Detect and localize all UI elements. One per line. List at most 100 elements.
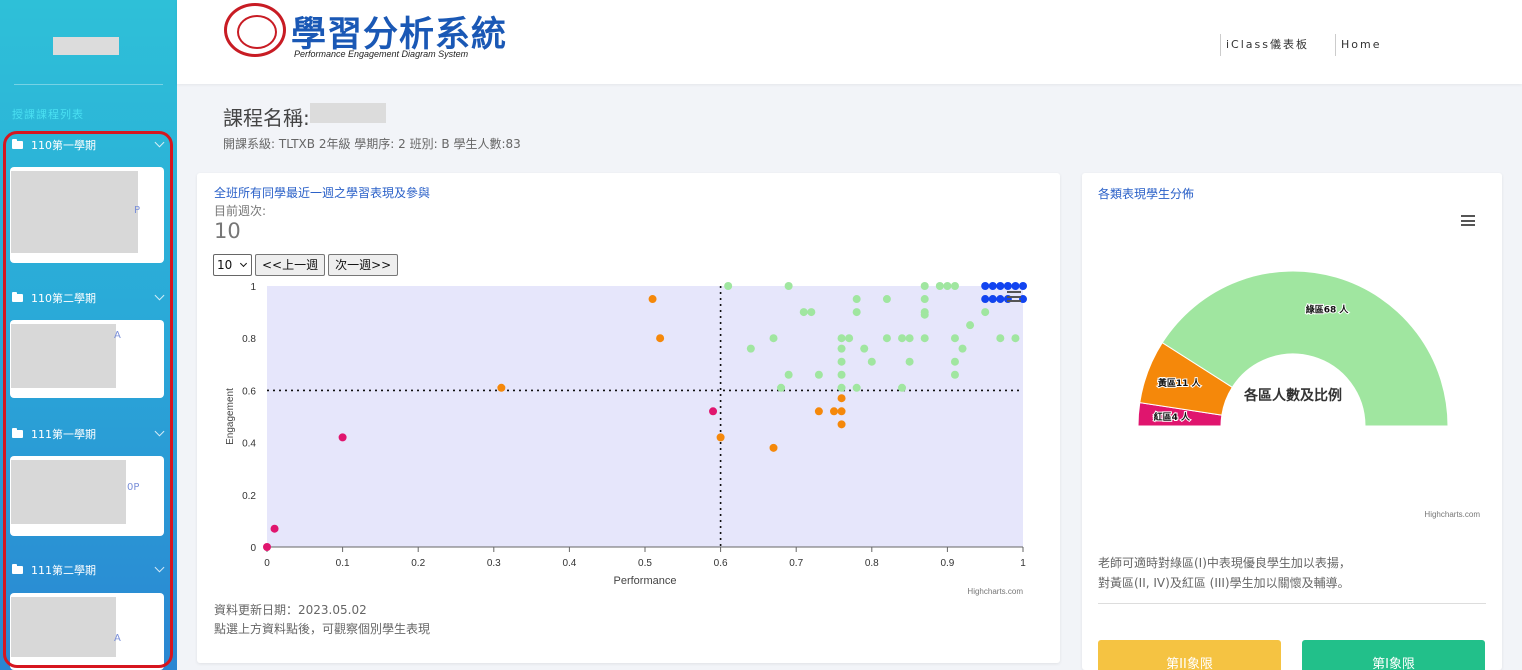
scatter-point-green[interactable] <box>898 334 907 343</box>
scatter-point-orange[interactable] <box>837 394 846 403</box>
scatter-point-green[interactable] <box>852 383 861 392</box>
scatter-point-green[interactable] <box>905 357 914 366</box>
donut-center-title: 各區人數及比例 <box>1243 387 1342 404</box>
week-value: 10 <box>214 219 241 243</box>
highcharts-credit: Highcharts.com <box>1424 510 1480 519</box>
scatter-point-blue[interactable] <box>996 295 1005 304</box>
scatter-point-green[interactable] <box>1011 334 1020 343</box>
scatter-point-green[interactable] <box>852 295 861 304</box>
scatter-point-blue[interactable] <box>996 282 1005 290</box>
x-tick-label: 0.9 <box>940 558 954 569</box>
quadrant-ii-button[interactable]: 第II象限 <box>1098 640 1281 670</box>
scatter-point-orange[interactable] <box>769 443 778 452</box>
data-updated-date: 資料更新日期：2023.05.02 <box>214 603 367 617</box>
hint-divider <box>1098 603 1486 604</box>
scatter-point-green[interactable] <box>905 334 914 343</box>
scatter-point-green[interactable] <box>981 308 990 317</box>
chart-menu-icon[interactable] <box>1461 215 1475 226</box>
donut-chart: 紅區4 人 黃區11 人 綠區68 人各區人數及比例 Highcharts.com <box>1098 201 1488 523</box>
scatter-point-orange[interactable] <box>656 334 665 343</box>
distribution-panel-title: 各類表現學生分佈 <box>1098 187 1195 201</box>
scatter-point-orange[interactable] <box>648 295 657 304</box>
nav-home[interactable]: Home <box>1335 34 1381 56</box>
scatter-point-green[interactable] <box>950 357 959 366</box>
scatter-point-green[interactable] <box>837 334 846 343</box>
scatter-point-blue[interactable] <box>1011 282 1020 290</box>
scatter-point-green[interactable] <box>777 383 786 392</box>
red-highlight-annotation <box>3 131 173 668</box>
scatter-point-orange[interactable] <box>837 420 846 429</box>
teacher-hint: 老師可適時對綠區(I)中表現優良學生加以表揚， 對黃區(II, IV)及紅區 (… <box>1098 553 1351 593</box>
teacher-hint-line1: 老師可適時對綠區(I)中表現優良學生加以表揚， <box>1098 556 1351 570</box>
scatter-point-green[interactable] <box>950 370 959 379</box>
scatter-point-green[interactable] <box>898 383 907 392</box>
scatter-point-green[interactable] <box>920 310 929 319</box>
scatter-point-green[interactable] <box>837 370 846 379</box>
scatter-point-green[interactable] <box>837 344 846 353</box>
scatter-point-blue[interactable] <box>981 295 990 304</box>
scatter-point-green[interactable] <box>845 334 854 343</box>
scatter-point-green[interactable] <box>943 282 952 290</box>
donut-chart-svg: 紅區4 人 黃區11 人 綠區68 人各區人數及比例 Highcharts.com <box>1137 270 1480 519</box>
x-tick-label: 0.4 <box>562 558 576 569</box>
scatter-point-orange[interactable] <box>814 407 823 416</box>
sidebar-section-title: 授課課程列表 <box>12 108 84 121</box>
scatter-point-blue[interactable] <box>988 295 997 304</box>
chart-menu-icon[interactable] <box>1007 291 1021 302</box>
scatter-point-green[interactable] <box>837 357 846 366</box>
scatter-point-green[interactable] <box>724 282 733 290</box>
scatter-point-green[interactable] <box>784 282 793 290</box>
scatter-point-orange[interactable] <box>830 407 838 416</box>
scatter-point-green[interactable] <box>769 334 778 343</box>
scatter-point-green[interactable] <box>920 295 929 304</box>
scatter-point-green[interactable] <box>860 344 869 353</box>
scatter-point-orange[interactable] <box>497 383 506 392</box>
scatter-point-blue[interactable] <box>1003 282 1012 290</box>
scatter-point-green[interactable] <box>852 308 861 317</box>
scatter-point-red[interactable] <box>263 543 271 551</box>
scatter-point-green[interactable] <box>958 344 967 353</box>
scatter-point-blue[interactable] <box>988 282 997 290</box>
scatter-point-orange[interactable] <box>837 407 846 416</box>
scatter-point-green[interactable] <box>950 282 959 290</box>
scatter-point-green[interactable] <box>746 344 755 353</box>
scatter-point-green[interactable] <box>920 282 929 290</box>
next-week-button[interactable]: 次一週>> <box>328 254 399 276</box>
scatter-point-green[interactable] <box>920 334 929 343</box>
top-header: 學習分析系統 Performance Engagement Diagram Sy… <box>177 0 1522 84</box>
scatter-point-green[interactable] <box>996 334 1005 343</box>
x-tick-label: 0.2 <box>411 558 425 569</box>
scatter-point-blue[interactable] <box>1019 282 1027 290</box>
donut-slice-label: 綠區68 人 <box>1306 303 1350 315</box>
logo-subtitle: Performance Engagement Diagram System <box>294 49 469 59</box>
y-axis-label: Engagement <box>225 388 236 445</box>
y-tick-label: 0.6 <box>242 386 256 397</box>
scatter-point-green[interactable] <box>837 383 846 392</box>
scatter-point-green[interactable] <box>807 308 816 317</box>
scatter-point-green[interactable] <box>950 334 959 343</box>
scatter-point-green[interactable] <box>966 321 975 330</box>
scatter-point-green[interactable] <box>882 334 891 343</box>
nav-iclass-dashboard[interactable]: iClass儀表板 <box>1220 34 1309 56</box>
scatter-point-green[interactable] <box>784 370 793 379</box>
scatter-panel: 全班所有同學最近一週之學習表現及參與 目前週次: 10 10 <<上一週 次一週… <box>197 173 1060 663</box>
scatter-point-blue[interactable] <box>981 282 990 290</box>
x-tick-label: 0.3 <box>487 558 501 569</box>
prev-week-button[interactable]: <<上一週 <box>255 254 326 276</box>
scatter-point-orange[interactable] <box>716 433 725 442</box>
scatter-point-green[interactable] <box>799 308 808 317</box>
scatter-point-green[interactable] <box>935 282 944 290</box>
sidebar-divider <box>14 84 163 85</box>
scatter-point-red[interactable] <box>338 433 347 442</box>
course-meta: 開課系級: TLTXB 2年級 學期序: 2 班別: B 學生人數:83 <box>223 137 521 151</box>
scatter-point-green[interactable] <box>814 370 823 379</box>
scatter-point-red[interactable] <box>270 524 279 533</box>
donut-slice-label: 黃區11 人 <box>1157 377 1202 389</box>
scatter-point-red[interactable] <box>709 407 718 416</box>
university-seal-logo <box>224 3 286 57</box>
week-select[interactable]: 10 <box>213 254 252 276</box>
week-controls: 10 <<上一週 次一週>> <box>213 254 399 276</box>
scatter-point-green[interactable] <box>867 357 876 366</box>
quadrant-i-button[interactable]: 第I象限 <box>1302 640 1485 670</box>
scatter-point-green[interactable] <box>882 295 891 304</box>
